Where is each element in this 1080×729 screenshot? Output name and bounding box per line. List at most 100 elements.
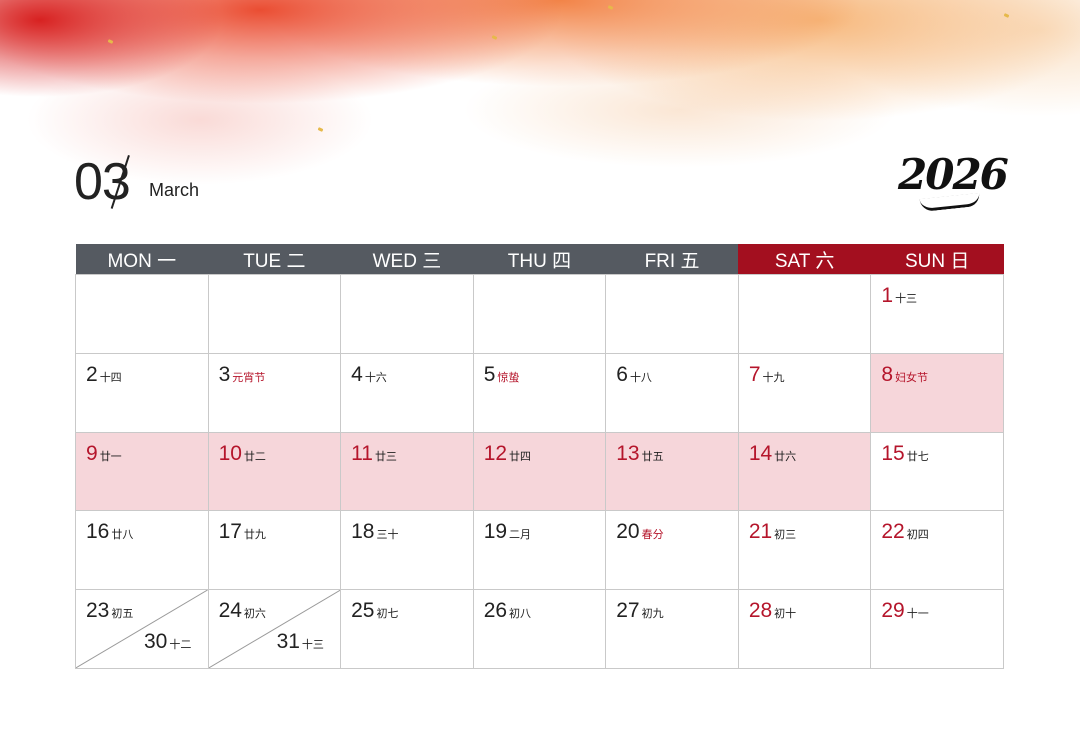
lunar-date: 十一: [906, 607, 929, 621]
lunar-month: 二月: [509, 528, 532, 542]
lunar-date: 廿六: [774, 449, 797, 463]
day-cell-highlighted: 13 廿五: [605, 431, 739, 512]
day-number: 22: [881, 520, 905, 544]
lunar-date: 初八: [509, 607, 532, 621]
day-cell: 15 廿七: [870, 431, 1004, 512]
day-number: 9: [86, 441, 98, 465]
day-number: 26: [483, 599, 508, 623]
lunar-date: 十六: [364, 370, 387, 384]
day-number-secondary: 30: [144, 630, 168, 654]
lunar-date: 初九: [641, 607, 664, 621]
day-cell: 5 惊蛰: [472, 352, 607, 433]
lunar-date: 十三: [895, 292, 918, 305]
day-cell: 18 三十: [340, 510, 474, 591]
weekday-header-wed: WED 三: [340, 244, 474, 275]
festival-name: 妇女节: [895, 370, 929, 384]
day-number: 20: [616, 520, 640, 544]
weekday-header-thu: THU 四: [473, 244, 606, 275]
lunar-date-secondary: 十二: [169, 638, 192, 652]
lunar-date: 十八: [629, 370, 652, 384]
lunar-date: 初四: [906, 528, 929, 542]
lunar-date: 初十: [774, 607, 797, 621]
lunar-date: 廿四: [509, 449, 532, 463]
lunar-date: 廿一: [99, 449, 122, 463]
day-number: 15: [881, 441, 905, 465]
day-cell: 26 初八: [472, 589, 607, 669]
day-number: 18: [351, 520, 375, 544]
day-number: 17: [218, 520, 242, 544]
lunar-date: 初六: [243, 607, 266, 621]
week-row: 1 十三: [75, 274, 1004, 354]
day-number: 23: [86, 599, 110, 623]
day-cell-highlighted: 10 廿二: [207, 431, 342, 512]
year-calligraphy: 2026: [898, 150, 1009, 199]
day-cell: 4 十六: [340, 352, 474, 433]
lunar-date: 廿三: [374, 449, 397, 463]
lunar-date: 十九: [762, 370, 785, 384]
lunar-date: 廿九: [243, 528, 266, 542]
lunar-date-secondary: 十三: [301, 638, 324, 652]
day-cell-split: 24 初六 31 十三: [207, 589, 342, 669]
day-cell-empty: [75, 274, 209, 354]
week-row: 9 廿一 10 廿二 11 廿三 12 廿四 13 廿五 14 廿六 15 廿七: [75, 431, 1004, 512]
lunar-date: 初三: [774, 528, 797, 542]
day-number: 27: [616, 599, 640, 623]
week-row: 2 十四 3 元宵节 4 十六 5 惊蛰 6 十八 7 十九 8 妇女节: [75, 352, 1004, 433]
day-number: 29: [881, 599, 905, 623]
day-number: 1: [881, 284, 894, 307]
month-name: March: [149, 180, 200, 200]
day-number: 3: [218, 362, 231, 386]
day-number: 6: [616, 362, 628, 386]
week-row: 23 初五 30 十二 24 初六 31 十三 25 初七 26 初八 27 初九 28 初十 …: [75, 589, 1004, 669]
lunar-date: 十四: [99, 370, 122, 384]
month-number: 03: [74, 153, 131, 211]
day-cell-highlighted: 8 妇女节: [870, 352, 1004, 433]
lunar-date: 廿二: [243, 449, 266, 463]
day-cell: 29 十一: [870, 589, 1004, 669]
weekday-header-row: MON 一 TUE 二 WED 三 THU 四 FRI 五 SAT 六 SUN …: [75, 244, 1004, 275]
solar-term: 惊蛰: [497, 370, 520, 384]
day-cell: 6 十八: [605, 352, 739, 433]
day-cell-highlighted: 14 廿六: [737, 431, 872, 512]
weekday-header-tue: TUE 二: [208, 244, 341, 275]
day-cell: 7 十九: [737, 352, 872, 433]
day-number-secondary: 31: [276, 630, 300, 654]
day-number: 19: [483, 520, 508, 544]
day-cell-split: 23 初五 30 十二: [75, 589, 209, 669]
lunar-date: 廿七: [906, 449, 929, 463]
day-cell: 22 初四: [870, 510, 1004, 591]
day-cell-empty: [472, 274, 607, 354]
day-cell: 20 春分: [605, 510, 739, 591]
day-cell: 1 十三: [870, 274, 1004, 354]
solar-term: 春分: [641, 528, 664, 542]
day-cell-empty: [207, 274, 342, 354]
day-number: 4: [351, 362, 363, 386]
lunar-festival: 元宵节: [232, 370, 266, 384]
day-number: 24: [218, 599, 242, 623]
weekday-header-sun: SUN 日: [870, 244, 1004, 275]
day-cell-highlighted: 9 廿一: [75, 431, 209, 512]
day-cell: 3 元宵节: [207, 352, 342, 433]
day-number: 12: [483, 441, 508, 465]
day-cell-empty: [605, 274, 739, 354]
day-cell: 25 初七: [340, 589, 474, 669]
day-number: 28: [748, 599, 773, 623]
day-cell-highlighted: 12 廿四: [472, 431, 607, 512]
weekday-header-sat: SAT 六: [738, 244, 871, 275]
day-cell: 27 初九: [605, 589, 739, 669]
weekday-header-mon: MON 一: [75, 244, 209, 275]
day-number: 21: [748, 520, 773, 544]
day-number: 10: [218, 441, 242, 465]
day-number: 14: [748, 441, 773, 465]
day-number: 11: [351, 441, 373, 465]
day-cell: 19 二月: [472, 510, 607, 591]
day-number: 5: [483, 362, 496, 386]
lunar-date: 三十: [376, 528, 399, 542]
weekday-header-fri: FRI 五: [605, 244, 739, 275]
day-number: 7: [748, 362, 761, 386]
day-number: 25: [351, 599, 375, 623]
watercolor-header-background: [0, 0, 1080, 260]
day-cell: 2 十四: [75, 352, 209, 433]
day-number: 16: [86, 520, 110, 544]
day-number: 13: [616, 441, 640, 465]
